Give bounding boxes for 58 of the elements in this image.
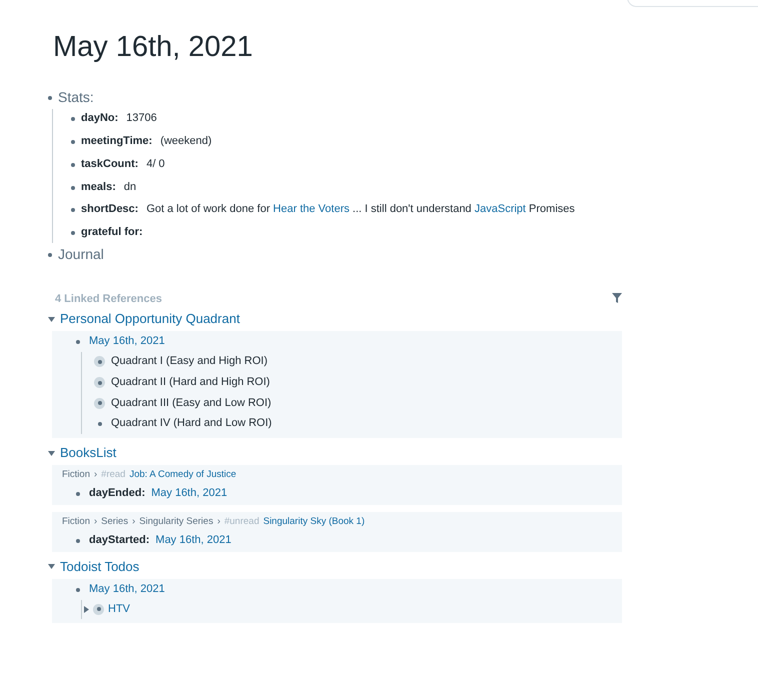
bullet-icon[interactable] [71, 140, 75, 144]
attribute-label: dayNo: [81, 112, 118, 126]
caret-icon[interactable] [48, 316, 55, 322]
block-text: Quadrant III (Easy and Low ROI) [111, 396, 272, 410]
attribute-label: taskCount: [81, 158, 138, 172]
attribute-label: shortDesc: [81, 203, 138, 218]
breadcrumb-separator: › [132, 516, 136, 528]
bullet-icon[interactable] [71, 208, 75, 212]
breadcrumb-item[interactable]: Job: A Comedy of Justice [129, 469, 236, 482]
breadcrumb-item[interactable]: Singularity Series [139, 516, 214, 528]
block-text: Quadrant I (Easy and High ROI) [111, 355, 268, 369]
attribute-value: dn [124, 180, 136, 194]
bullet-icon[interactable] [94, 398, 105, 409]
breadcrumb-item[interactable]: Singularity Sky (Book 1) [263, 516, 365, 528]
breadcrumb-separator: › [94, 516, 98, 528]
attribute-label: meals: [81, 180, 116, 194]
page-link[interactable]: JavaScript [474, 203, 526, 216]
attribute-label: dayEnded: [89, 487, 146, 501]
attribute-value: Got a lot of work done for Hear the Voters ... I still don't understand JavaScript Promises [146, 203, 575, 218]
breadcrumb-item[interactable]: Series [101, 516, 128, 528]
block-text: Journal [58, 246, 104, 264]
breadcrumb-item[interactable]: Fiction [62, 469, 90, 482]
attribute-value: (weekend) [160, 135, 212, 149]
bullet-icon[interactable] [71, 186, 75, 190]
date-link[interactable]: May 16th, 2021 [89, 582, 165, 597]
bullet-icon[interactable] [48, 252, 52, 257]
page-title: May 16th, 2021 [53, 30, 254, 65]
bullet-icon[interactable] [71, 162, 75, 167]
bullet-icon[interactable] [48, 96, 52, 100]
block-text: Quadrant II (Hard and High ROI) [111, 376, 270, 390]
page-link[interactable]: Hear the Voters [273, 203, 350, 216]
attribute-label: dayStarted: [89, 534, 150, 548]
attribute-label: grateful for: [81, 226, 143, 240]
date-link[interactable]: May 16th, 2021 [89, 335, 165, 350]
bullet-icon[interactable] [94, 377, 105, 388]
caret-icon[interactable] [48, 450, 55, 456]
attribute-value: 4/ 0 [146, 158, 165, 172]
date-link[interactable]: May 16th, 2021 [156, 534, 232, 548]
date-link[interactable]: May 16th, 2021 [151, 487, 228, 501]
reference-title[interactable]: BooksList [60, 445, 116, 462]
bullet-icon[interactable] [71, 231, 75, 236]
bullet-icon[interactable] [71, 117, 75, 122]
breadcrumb-separator: › [217, 516, 220, 528]
filter-icon[interactable] [612, 293, 622, 304]
block-text: Stats: [58, 88, 94, 106]
reference-title[interactable]: Personal Opportunity Quadrant [60, 311, 240, 328]
linked-references-heading: 4 Linked References [55, 293, 162, 308]
breadcrumb-item[interactable]: Fiction [62, 516, 90, 528]
breadcrumb-separator: › [94, 469, 98, 482]
reference-title[interactable]: Todoist Todos [60, 558, 140, 575]
block-text: Quadrant IV (Hard and Low ROI) [111, 417, 272, 432]
bullet-icon[interactable] [93, 604, 104, 615]
caret-icon[interactable] [84, 606, 89, 613]
attribute-value: 13706 [126, 112, 157, 126]
bullet-icon[interactable] [94, 356, 105, 368]
attribute-label: meetingTime: [81, 135, 152, 149]
caret-icon[interactable] [48, 564, 55, 570]
page-link[interactable]: HTV [108, 602, 130, 616]
